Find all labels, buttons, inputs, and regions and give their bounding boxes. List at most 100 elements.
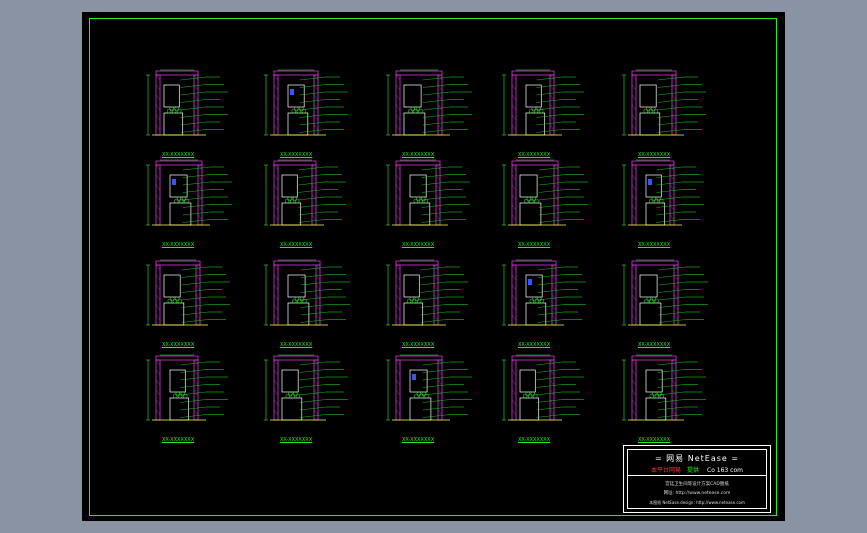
elevation-drawing: XX-XXXXXXX	[382, 157, 492, 257]
plant-leaf	[167, 298, 173, 304]
mirror-outline	[645, 174, 662, 198]
wall-hatch	[273, 284, 279, 291]
plant-leaf	[648, 108, 654, 114]
plant-leaf	[421, 196, 426, 202]
leader-line	[420, 274, 447, 278]
wall-hatch	[549, 94, 555, 101]
elevation-caption: XX-XXXXXXX	[162, 242, 195, 248]
wall-hatch	[631, 84, 637, 91]
ceiling-section	[511, 355, 555, 361]
wall-hatch	[395, 84, 401, 91]
wall-hatch	[155, 94, 161, 101]
leader-line	[422, 76, 451, 81]
mirror-outline	[281, 174, 298, 198]
leader-line	[420, 304, 447, 308]
leader-line	[537, 319, 565, 323]
elevation-drawing: XX-XXXXXXX	[498, 352, 608, 452]
leader-line	[656, 189, 683, 193]
leader-line	[536, 406, 563, 411]
wall-hatch	[433, 264, 439, 271]
wall-hatch	[631, 194, 637, 201]
wall-hatch	[273, 194, 279, 201]
vanity-outline	[645, 397, 667, 421]
wall-hatch	[553, 214, 559, 221]
vanity-outline	[639, 302, 662, 326]
wall-hatch	[511, 284, 517, 291]
accent-tile	[172, 179, 176, 185]
leader-line	[182, 219, 211, 223]
wall-hatch	[315, 294, 321, 301]
leader-line	[656, 166, 683, 171]
wall-hatch	[155, 204, 161, 211]
leader-line	[657, 91, 685, 96]
leader-line	[658, 266, 687, 271]
wall-hatch	[273, 409, 279, 416]
leader-line	[536, 376, 563, 381]
plant-leaf	[288, 391, 293, 397]
leader-line	[180, 76, 207, 81]
plant-leaf	[416, 196, 421, 202]
leader-line	[299, 384, 327, 388]
ceiling-section	[395, 70, 443, 76]
wall-hatch	[631, 389, 637, 396]
title-block-line-3: 本图纸 NetEase.design: http://www.netease.c…	[649, 500, 745, 505]
wall-hatch	[553, 184, 559, 191]
wall-hatch	[631, 409, 637, 416]
wall-hatch	[631, 94, 637, 101]
plant-leaf	[652, 391, 657, 397]
elevation-drawing: XX-XXXXXXX	[382, 67, 492, 167]
plant-leaf	[174, 198, 179, 204]
wall-hatch	[511, 164, 517, 171]
ceiling-section	[273, 70, 319, 76]
leader-line	[180, 114, 207, 118]
plant-leaf	[175, 391, 180, 397]
leader-line	[656, 211, 683, 216]
vanity-outline	[525, 302, 547, 326]
plant-leaf	[537, 296, 542, 302]
plant-leaf	[299, 106, 304, 112]
wall-hatch	[669, 194, 675, 201]
wall-hatch	[273, 94, 279, 101]
plant-leaf	[644, 298, 649, 304]
wall-hatch	[395, 184, 401, 191]
leader-line	[299, 114, 327, 118]
wall-hatch	[313, 359, 319, 366]
wall-hatch	[673, 284, 679, 291]
wall-hatch	[395, 104, 401, 111]
leader-line	[421, 196, 449, 201]
title-block-brand: = 网易 NetEase =	[654, 454, 740, 463]
leader-line	[422, 129, 451, 133]
plant-leaf	[649, 298, 654, 304]
wall-hatch	[273, 164, 279, 171]
wall-hatch	[511, 314, 517, 321]
wall-hatch	[155, 124, 161, 131]
wall-hatch	[155, 379, 161, 386]
wall-hatch	[155, 399, 161, 406]
mirror-outline	[169, 174, 188, 198]
leader-line	[300, 296, 329, 301]
mirror-outline	[639, 274, 658, 298]
wall-hatch	[511, 294, 517, 301]
leader-line	[298, 181, 325, 186]
plant-leaf	[179, 198, 184, 204]
wall-hatch	[155, 314, 161, 321]
leader-line	[536, 414, 563, 418]
wall-hatch	[273, 114, 279, 121]
plant-leaf	[294, 106, 299, 112]
plant-leaf	[180, 391, 185, 397]
leader-line	[537, 304, 565, 308]
wall-hatch	[671, 359, 677, 366]
leader-line	[657, 384, 685, 388]
wall-hatch	[549, 389, 555, 396]
plant-leaf	[409, 296, 414, 302]
wall-hatch	[511, 104, 517, 111]
wall-hatch	[673, 294, 679, 301]
mirror-outline	[409, 174, 427, 198]
wall-hatch	[313, 124, 319, 131]
wall-hatch	[155, 284, 161, 291]
wall-hatch	[395, 94, 401, 101]
plant-leaf	[528, 108, 534, 114]
wall-hatch	[511, 214, 517, 221]
elevation-svg	[386, 354, 472, 421]
wall-hatch	[195, 294, 201, 301]
